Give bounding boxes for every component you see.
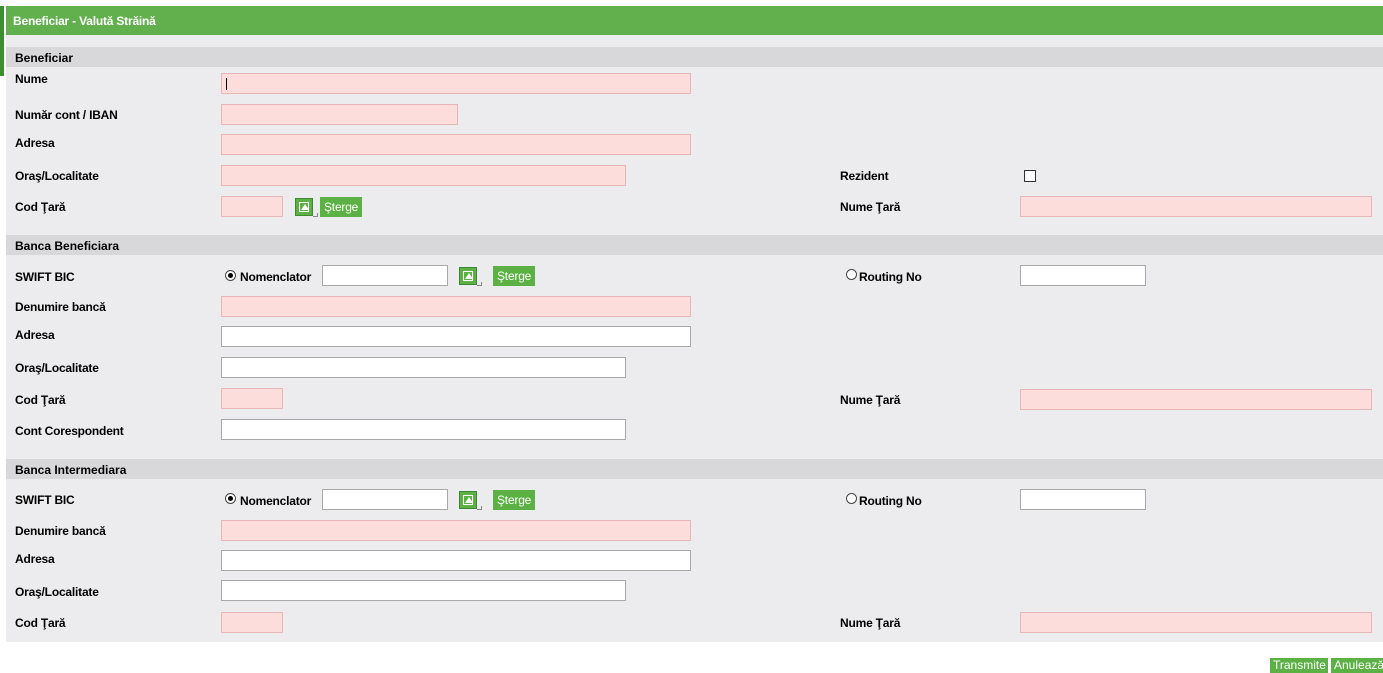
bank-city-input[interactable] [221, 357, 626, 378]
rezident-label: Rezident [840, 169, 889, 183]
intermediary-bank-name-label: Denumire bancă [15, 524, 106, 538]
form-title: Beneficiar - Valută Străină [13, 14, 156, 28]
clear-country-button[interactable]: Şterge [320, 197, 363, 217]
bank-country-code-label: Cod Ţară [15, 393, 66, 407]
bank-country-name-input[interactable] [1020, 389, 1372, 410]
intermediary-address-label: Adresa [15, 552, 55, 566]
beneficiary-name-input[interactable] [221, 73, 691, 94]
intermediary-country-code-input[interactable] [221, 612, 283, 633]
intermediary-swift-bic-label: SWIFT BIC [15, 493, 75, 507]
routing-no-input[interactable] [1020, 265, 1146, 286]
intermediary-clear-swift-button[interactable]: Şterge [493, 490, 536, 510]
form-header: Beneficiar - Valută Străină [6, 6, 1383, 35]
cancel-button[interactable]: Anulează [1331, 658, 1383, 673]
left-edge-marker [0, 6, 4, 76]
cont-corespondent-label: Cont Corespondent [15, 424, 124, 438]
routing-no-radio[interactable] [846, 269, 857, 280]
denumire-banca-label: Denumire bancă [15, 300, 106, 314]
intermediary-nomenclator-radio[interactable] [225, 493, 236, 504]
oras-label: Oraş/Localitate [15, 169, 99, 183]
intermediary-routing-no-label: Routing No [859, 494, 922, 508]
intermediary-address-input[interactable] [221, 550, 691, 571]
intermediary-city-input[interactable] [221, 580, 626, 601]
intermediary-bank-name-input[interactable] [221, 520, 691, 541]
intermediary-swift-lookup-button[interactable] [459, 491, 482, 513]
bank-city-label: Oraş/Localitate [15, 361, 99, 375]
intermediary-country-name-input[interactable] [1020, 612, 1372, 633]
section-beneficiar-heading: Beneficiar [15, 51, 74, 65]
intermediary-nomenclator-label: Nomenclator [240, 494, 312, 508]
section-beneficiar: Beneficiar [6, 47, 1383, 67]
section-banca-beneficiara-heading: Banca Beneficiara [15, 239, 120, 253]
lookup-arrow-icon [459, 267, 477, 285]
bank-name-input[interactable] [221, 296, 691, 317]
adresa-label: Adresa [15, 136, 55, 150]
cod-tara-label: Cod Ţară [15, 200, 66, 214]
iban-input[interactable] [221, 104, 458, 125]
correspondent-account-input[interactable] [221, 419, 626, 440]
beneficiary-form-panel: Beneficiar - Valută Străină Beneficiar N… [6, 6, 1383, 642]
swift-bic-input[interactable] [322, 265, 448, 286]
beneficiary-address-input[interactable] [221, 134, 691, 155]
routing-no-label: Routing No [859, 270, 922, 284]
swift-lookup-button[interactable] [459, 267, 482, 289]
iban-label: Număr cont / IBAN [15, 108, 118, 122]
intermediary-routing-no-input[interactable] [1020, 489, 1146, 510]
swift-bic-label: SWIFT BIC [15, 270, 75, 284]
intermediary-swift-bic-input[interactable] [322, 489, 448, 510]
bank-country-code-input[interactable] [221, 388, 283, 409]
nume-tara-label: Nume Ţară [840, 200, 901, 214]
section-banca-intermediara: Banca Intermediara [6, 459, 1383, 479]
beneficiary-city-input[interactable] [221, 165, 626, 186]
country-name-input[interactable] [1020, 196, 1372, 217]
country-code-input[interactable] [221, 196, 283, 217]
bank-address-label: Adresa [15, 328, 55, 342]
clear-swift-button[interactable]: Şterge [493, 266, 536, 286]
lookup-arrow-icon [295, 198, 313, 216]
bank-address-input[interactable] [221, 326, 691, 347]
nomenclator-radio[interactable] [225, 270, 236, 281]
intermediary-city-label: Oraş/Localitate [15, 585, 99, 599]
rezident-checkbox[interactable] [1024, 170, 1036, 182]
nomenclator-label: Nomenclator [240, 270, 312, 284]
section-banca-beneficiara: Banca Beneficiara [6, 235, 1383, 255]
text-cursor [226, 78, 227, 90]
submit-button[interactable]: Transmite [1270, 658, 1328, 673]
intermediary-routing-no-radio[interactable] [846, 493, 857, 504]
lookup-arrow-icon [459, 491, 477, 509]
bank-country-name-label: Nume Ţară [840, 393, 901, 407]
section-banca-intermediara-heading: Banca Intermediara [15, 463, 127, 477]
nume-label: Nume [15, 72, 48, 86]
intermediary-country-code-label: Cod Ţară [15, 616, 66, 630]
country-lookup-button[interactable] [295, 198, 318, 220]
intermediary-country-name-label: Nume Ţară [840, 616, 901, 630]
